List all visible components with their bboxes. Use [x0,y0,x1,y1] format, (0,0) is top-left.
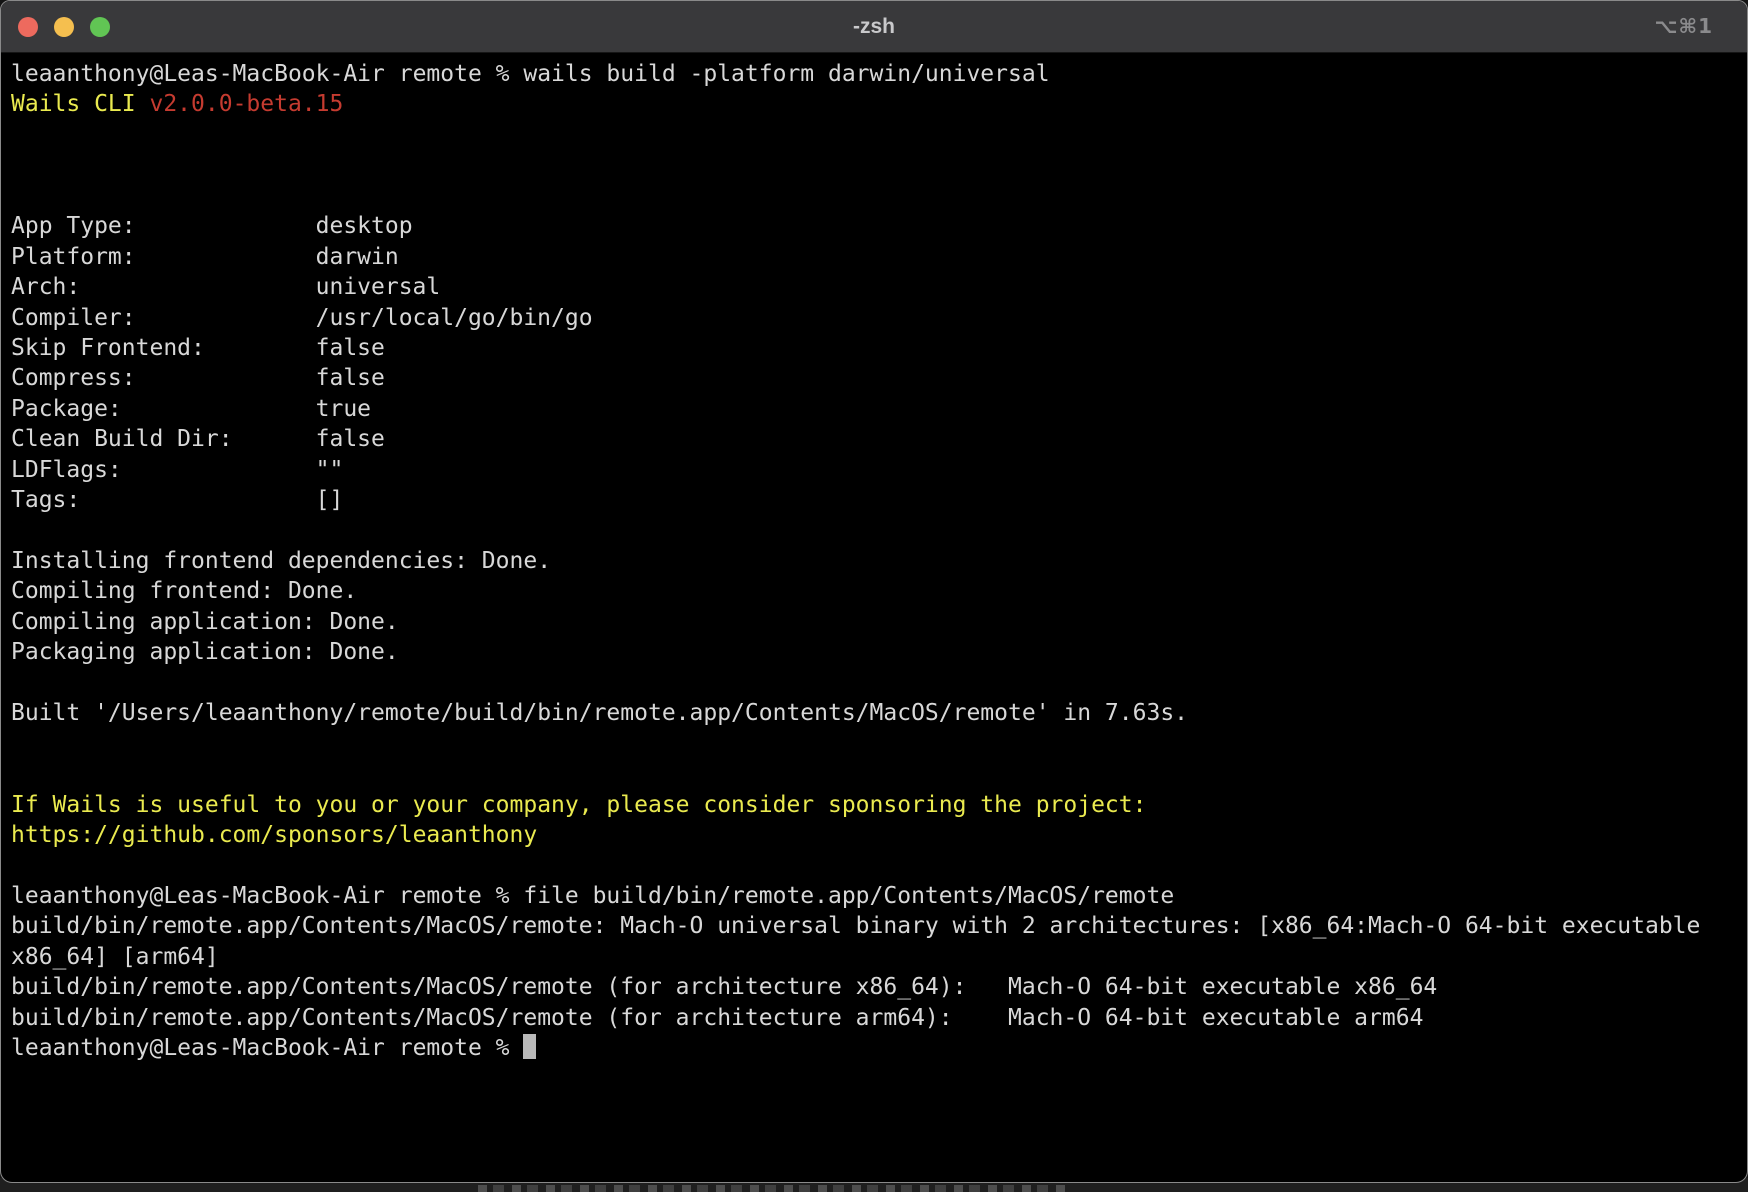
config-label: Clean Build Dir: [11,424,316,454]
config-value: false [316,426,385,452]
config-label: App Type: [11,211,316,241]
config-label: Platform: [11,242,316,272]
config-row: Arch:universal [11,272,1747,302]
config-label: Compiler: [11,303,316,333]
config-row: Compiler:/usr/local/go/bin/go [11,303,1747,333]
status-text: Compiling frontend: Done. [11,578,357,604]
sponsor-text: If Wails is useful to you or your compan… [11,792,1146,818]
command-line: leaanthony@Leas-MacBook-Air remote % wai… [11,59,1747,89]
config-row: Package:true [11,394,1747,424]
file-output-text: build/bin/remote.app/Contents/MacOS/remo… [11,1005,1423,1031]
terminal-content[interactable]: leaanthony@Leas-MacBook-Air remote % wai… [1,53,1747,1063]
built-text: Built '/Users/leaanthony/remote/build/bi… [11,700,1188,726]
command-text: leaanthony@Leas-MacBook-Air remote % fil… [11,883,1174,909]
blank-line [11,181,1747,211]
sponsor-link: https://github.com/sponsors/leaanthony [11,820,1747,850]
sponsor-url: https://github.com/sponsors/leaanthony [11,822,537,848]
blank-line [11,729,1747,759]
config-row: Skip Frontend:false [11,333,1747,363]
blank-line [11,120,1747,150]
file-output-line: x86_64] [arm64] [11,942,1747,972]
blank-line [11,668,1747,698]
wails-version: v2.0.0-beta.15 [149,91,343,117]
prompt-line: leaanthony@Leas-MacBook-Air remote % [11,1033,1747,1063]
blank-line [11,150,1747,180]
config-label: Package: [11,394,316,424]
status-text: Compiling application: Done. [11,609,399,635]
background-window-text-fragments [478,1185,1070,1192]
config-label: Tags: [11,485,316,515]
traffic-lights [18,17,110,37]
file-output-text: x86_64] [arm64] [11,944,219,970]
wails-banner: Wails CLI v2.0.0-beta.15 [11,89,1747,119]
config-label: Compress: [11,363,316,393]
config-value: true [316,396,371,422]
config-value: false [316,365,385,391]
status-text: Packaging application: Done. [11,639,399,665]
config-row: Tags:[] [11,485,1747,515]
sponsor-message: If Wails is useful to you or your compan… [11,790,1747,820]
status-line: Compiling frontend: Done. [11,576,1747,606]
config-value: universal [316,274,441,300]
command-text: leaanthony@Leas-MacBook-Air remote % wai… [11,61,1050,87]
config-label: LDFlags: [11,455,316,485]
prompt-text: leaanthony@Leas-MacBook-Air remote % [11,1035,523,1061]
file-output-text: build/bin/remote.app/Contents/MacOS/remo… [11,913,1700,939]
zoom-button[interactable] [90,17,110,37]
config-row: Compress:false [11,363,1747,393]
terminal-window: -zsh ⌥⌘1 leaanthony@Leas-MacBook-Air rem… [0,0,1748,1183]
status-line: Compiling application: Done. [11,607,1747,637]
status-line: Installing frontend dependencies: Done. [11,546,1747,576]
config-row: Platform:darwin [11,242,1747,272]
file-output-text: build/bin/remote.app/Contents/MacOS/remo… [11,974,1437,1000]
file-output-line: build/bin/remote.app/Contents/MacOS/remo… [11,972,1747,1002]
config-row: LDFlags:"" [11,455,1747,485]
config-value: /usr/local/go/bin/go [316,305,593,331]
config-value: "" [316,457,344,483]
minimize-button[interactable] [54,17,74,37]
terminal-cursor [523,1034,536,1059]
wails-cli-label: Wails CLI [11,91,149,117]
file-output-line: build/bin/remote.app/Contents/MacOS/remo… [11,1003,1747,1033]
config-label: Arch: [11,272,316,302]
config-value: desktop [316,213,413,239]
config-value: [] [316,487,344,513]
blank-line [11,850,1747,880]
config-row: Clean Build Dir:false [11,424,1747,454]
blank-line [11,759,1747,789]
status-text: Installing frontend dependencies: Done. [11,548,551,574]
config-value: darwin [316,244,399,270]
config-label: Skip Frontend: [11,333,316,363]
file-output-line: build/bin/remote.app/Contents/MacOS/remo… [11,911,1747,941]
status-line: Packaging application: Done. [11,637,1747,667]
titlebar[interactable]: -zsh ⌥⌘1 [1,1,1747,53]
window-shortcut-badge: ⌥⌘1 [1654,14,1713,38]
blank-line [11,516,1747,546]
close-button[interactable] [18,17,38,37]
window-title: -zsh [853,15,895,39]
config-row: App Type:desktop [11,211,1747,241]
config-value: false [316,335,385,361]
command-line: leaanthony@Leas-MacBook-Air remote % fil… [11,881,1747,911]
built-line: Built '/Users/leaanthony/remote/build/bi… [11,698,1747,728]
